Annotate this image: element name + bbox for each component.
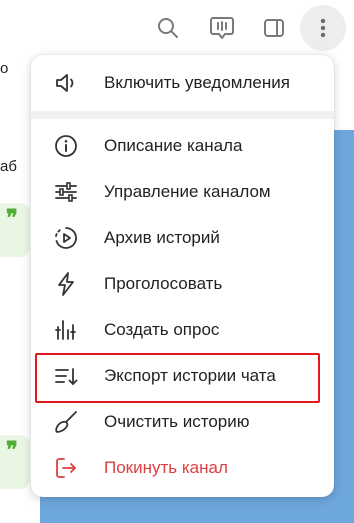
- quote-icon: ❞: [6, 205, 18, 231]
- menu-item-label: Экспорт истории чата: [104, 366, 276, 385]
- channel-options-menu: Включить уведомления Описание канала Упр…: [31, 55, 334, 497]
- menu-item-label: Проголосовать: [104, 274, 223, 293]
- live-chat-icon: [210, 17, 234, 39]
- menu-item-label: Архив историй: [104, 228, 220, 247]
- top-toolbar: [0, 0, 354, 55]
- message-bubble-fragment: ❞: [0, 435, 30, 489]
- menu-item-channel-info[interactable]: Описание канала: [31, 123, 334, 169]
- story-archive-icon: [52, 224, 80, 252]
- menu-item-label: Включить уведомления: [104, 73, 290, 92]
- menu-item-label: Очистить историю: [104, 412, 250, 431]
- menu-item-story-archive[interactable]: Архив историй: [31, 215, 334, 261]
- leave-icon: [52, 454, 80, 482]
- menu-item-label: Покинуть канал: [104, 458, 228, 477]
- chat-text-fragment: аб: [0, 158, 17, 175]
- menu-item-label: Описание канала: [104, 136, 243, 155]
- menu-item-leave-channel[interactable]: Покинуть канал: [31, 445, 334, 491]
- menu-item-label: Создать опрос: [104, 320, 220, 339]
- export-icon: [52, 362, 80, 390]
- menu-item-clear-history[interactable]: Очистить историю: [31, 399, 334, 445]
- side-panel-button[interactable]: [251, 5, 297, 51]
- menu-item-export-chat-history[interactable]: Экспорт истории чата: [31, 353, 334, 399]
- more-options-button[interactable]: [300, 5, 346, 51]
- boost-icon: [52, 270, 80, 298]
- message-bubble-fragment: ❞: [0, 203, 30, 257]
- live-chat-button[interactable]: [199, 5, 245, 51]
- more-vertical-icon: [320, 18, 326, 38]
- broom-icon: [52, 408, 80, 436]
- sliders-icon: [52, 178, 80, 206]
- menu-item-vote[interactable]: Проголосовать: [31, 261, 334, 307]
- search-icon: [158, 18, 178, 38]
- quote-icon: ❞: [6, 437, 18, 463]
- chat-text-fragment: о: [0, 60, 9, 77]
- menu-item-manage-channel[interactable]: Управление каналом: [31, 169, 334, 215]
- app-window: о аб ❞ ❞ Включить уведомления Описание к…: [0, 0, 354, 523]
- menu-item-label: Управление каналом: [104, 182, 271, 201]
- menu-item-create-poll[interactable]: Создать опрос: [31, 307, 334, 353]
- info-icon: [52, 132, 80, 160]
- menu-divider: [31, 111, 334, 119]
- menu-item-enable-notifications[interactable]: Включить уведомления: [31, 60, 334, 106]
- poll-icon: [52, 316, 80, 344]
- side-panel-icon: [264, 19, 284, 37]
- speaker-icon: [52, 69, 80, 97]
- search-button[interactable]: [145, 5, 191, 51]
